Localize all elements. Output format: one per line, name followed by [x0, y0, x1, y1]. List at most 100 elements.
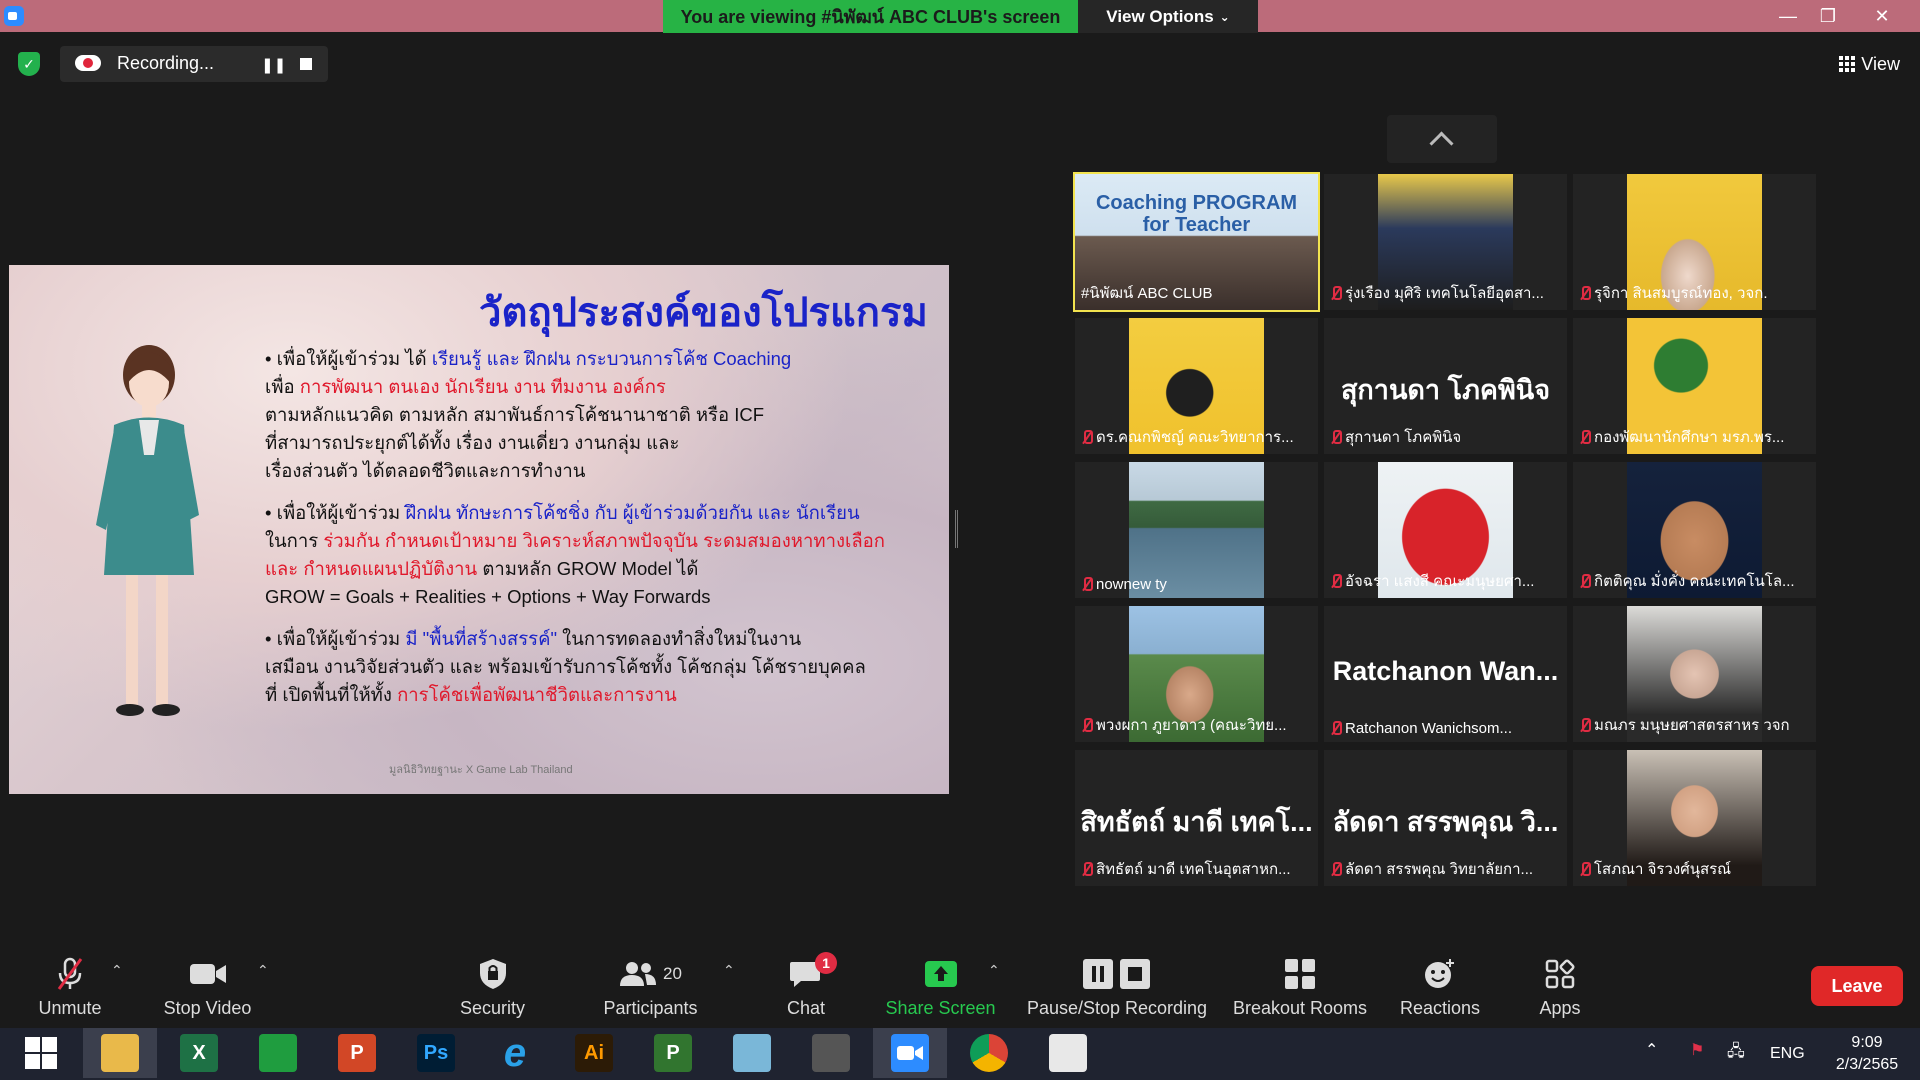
action-center-flag-icon[interactable]: ⚑ — [1690, 1040, 1704, 1060]
viewing-banner: You are viewing #นิพัฒน์ ABC CLUB's scre… — [663, 0, 1078, 33]
taskbar-project[interactable]: P — [636, 1028, 710, 1078]
recording-indicator: Recording... ❚❚ — [60, 46, 328, 82]
security-button[interactable]: Security — [455, 940, 530, 1025]
participant-tile[interactable]: มณภร มนุษยศาสตรสาหร วจก — [1573, 606, 1816, 742]
breakout-rooms-label: Breakout Rooms — [1232, 998, 1368, 1018]
participant-name-label: nownew ty — [1096, 576, 1167, 593]
participants-label: Participants — [603, 998, 698, 1018]
video-options-caret[interactable]: ⌃ — [257, 962, 269, 979]
taskbar-image-viewer[interactable] — [1031, 1028, 1105, 1078]
breakout-rooms-icon — [1284, 954, 1316, 994]
excel-icon: X — [180, 1034, 218, 1072]
breakout-rooms-button[interactable]: Breakout Rooms — [1230, 940, 1370, 1025]
tray-overflow-icon[interactable]: ⌃ — [1645, 1040, 1658, 1060]
participant-tile[interactable]: กิตติคุณ มั่งคั่ง คณะเทคโนโล... — [1573, 462, 1816, 598]
unmute-button[interactable]: Unmute — [30, 940, 110, 1025]
participant-tile[interactable]: รุจิกา สินสมบูรณ์ทอง, วจก. — [1573, 174, 1816, 310]
participant-tile[interactable]: รุ่งเรือง มุศิริ เทคโนโลยีอุตสา... — [1324, 174, 1567, 310]
view-options-label: View Options — [1106, 6, 1214, 26]
slide-text-run: เพื่อ — [265, 376, 300, 397]
participants-options-caret[interactable]: ⌃ — [723, 962, 735, 979]
participant-name-label: รุ่งเรือง มุศิริ เทคโนโลยีอุตสา... — [1345, 285, 1544, 302]
participant-name: พวงผกา ภูยาดาว (คณะวิทย... — [1081, 713, 1312, 737]
view-button[interactable]: View — [1839, 50, 1900, 78]
participants-button[interactable]: 20 Participants — [598, 940, 703, 1025]
gallery-scroll-up-button[interactable] — [1387, 115, 1497, 163]
taskbar-zoom[interactable] — [873, 1028, 947, 1078]
close-button[interactable]: ✕ — [1862, 2, 1902, 30]
chevron-down-icon: ⌄ — [1219, 9, 1230, 24]
chat-icon-wrap: 1 — [789, 952, 837, 994]
slide-text-run: เรื่องส่วนตัว ได้ตลอดชีวิตและการทำงาน — [265, 460, 586, 481]
participant-tile[interactable]: nownew ty — [1075, 462, 1318, 598]
share-screen-button[interactable]: Share Screen — [883, 940, 998, 1025]
notes-icon — [733, 1034, 771, 1072]
audio-options-caret[interactable]: ⌃ — [111, 962, 123, 979]
taskbar-notes[interactable] — [715, 1028, 789, 1078]
slide-text-run: GROW = Goals + Realities + Options + Way… — [265, 586, 711, 607]
participant-tile[interactable]: Ratchanon Wan... Ratchanon Wanichsom... — [1324, 606, 1567, 742]
minimize-button[interactable]: — — [1768, 2, 1808, 30]
taskbar-windows-start[interactable] — [4, 1028, 78, 1078]
participant-tile[interactable]: สิทธัตถ์ มาดี เทคโ... สิทธัตถ์ มาดี เทคโน… — [1075, 750, 1318, 886]
participant-tile[interactable]: อัจฉรา แสงสี คณะมนุษยศา... — [1324, 462, 1567, 598]
cartoon-woman-illustration — [96, 345, 199, 716]
participant-tile[interactable]: ดร.คณกพิชญ์ คณะวิทยาการ... — [1075, 318, 1318, 454]
taskbar-internet-explorer[interactable]: e — [478, 1028, 552, 1078]
leave-button[interactable]: Leave — [1811, 966, 1903, 1006]
powerpoint-icon: P — [338, 1034, 376, 1072]
share-options-caret[interactable]: ⌃ — [988, 962, 1000, 979]
participant-name-label: กองพัฒนานักศึกษา มรภ.พร... — [1594, 429, 1785, 446]
mic-muted-icon — [1579, 573, 1591, 589]
grid-icon — [1839, 56, 1856, 72]
taskbar-photoscape[interactable] — [794, 1028, 868, 1078]
slide-text-run: ตามหลักแนวคิด ตามหลัก สมาพันธ์การโค้ชนาน… — [265, 404, 765, 425]
taskbar-store[interactable] — [241, 1028, 315, 1078]
slide-text-run: มี "พื้นที่สร้างสรรค์" — [405, 628, 558, 649]
slide-paragraph-3: • เพื่อให้ผู้เข้าร่วม มี "พื้นที่สร้างสร… — [265, 625, 905, 709]
participant-name: รุ่งเรือง มุศิริ เทคโนโลยีอุตสา... — [1330, 281, 1561, 305]
mic-muted-icon — [1579, 285, 1591, 301]
participant-tile[interactable]: สุกานดา โภคพินิจ สุกานดา โภคพินิจ — [1324, 318, 1567, 454]
slide-title: วัตถุประสงค์ของโปรแกรม — [479, 291, 928, 335]
slide-paragraph-2: • เพื่อให้ผู้เข้าร่วม ฝึกฝน ทักษะการโค้ช… — [265, 499, 905, 611]
apps-button[interactable]: Apps — [1530, 940, 1590, 1025]
participant-name: Ratchanon Wanichsom... — [1330, 720, 1561, 737]
taskbar-file-explorer[interactable] — [83, 1028, 157, 1078]
taskbar-powerpoint[interactable]: P — [320, 1028, 394, 1078]
participant-tile[interactable]: พวงผกา ภูยาดาว (คณะวิทย... — [1075, 606, 1318, 742]
system-clock[interactable]: 9:09 2/3/2565 — [1830, 1032, 1904, 1076]
input-language[interactable]: ENG — [1770, 1045, 1805, 1063]
apps-icon — [1545, 954, 1575, 994]
mic-muted-icon — [1081, 577, 1093, 592]
taskbar-chrome[interactable] — [952, 1028, 1026, 1078]
recording-label: Recording... — [117, 53, 215, 73]
pause-recording-icon[interactable]: ❚❚ — [261, 56, 286, 74]
participant-tile[interactable]: โสภณา จิรวงศ์นุสรณ์ — [1573, 750, 1816, 886]
participant-tile[interactable]: ลัดดา สรรพคุณ วิ... ลัดดา สรรพคุณ วิทยาลั… — [1324, 750, 1567, 886]
participant-name: #นิพัฒน์ ABC CLUB — [1081, 281, 1312, 305]
participant-tile[interactable]: กองพัฒนานักศึกษา มรภ.พร... — [1573, 318, 1816, 454]
pause-stop-recording-button[interactable]: Pause/Stop Recording — [1022, 940, 1212, 1025]
mic-muted-icon — [1330, 861, 1342, 877]
clock-date: 2/3/2565 — [1835, 1056, 1899, 1073]
restore-button[interactable]: ❐ — [1808, 2, 1848, 30]
taskbar-photoshop[interactable]: Ps — [399, 1028, 473, 1078]
participant-name-large: สุกานดา โภคพินิจ — [1340, 375, 1551, 405]
mic-muted-icon — [1579, 861, 1591, 877]
stop-recording-icon[interactable] — [300, 58, 312, 70]
reactions-button[interactable]: Reactions — [1395, 940, 1485, 1025]
shared-screen: วัตถุประสงค์ของโปรแกรม • เพื่อให้ผู้เข้า… — [9, 265, 949, 794]
security-shield-icon[interactable]: ✓ — [18, 52, 40, 76]
view-options-button[interactable]: View Options ⌄ — [1078, 0, 1258, 33]
network-icon[interactable]: 🖧 — [1727, 1040, 1745, 1067]
windows-start-icon — [22, 1034, 60, 1072]
image-viewer-icon — [1049, 1034, 1087, 1072]
chat-button[interactable]: 1 Chat — [780, 940, 837, 1025]
slide-footer: มูลนิธิวิทยฐานะ X Game Lab Thailand — [389, 764, 573, 776]
taskbar-excel[interactable]: X — [162, 1028, 236, 1078]
participant-tile[interactable]: Coaching PROGRAM for Teacher #นิพัฒน์ ABC… — [1073, 172, 1320, 312]
split-view-handle[interactable] — [955, 510, 958, 548]
taskbar-illustrator[interactable]: Ai — [557, 1028, 631, 1078]
stop-video-button[interactable]: Stop Video — [160, 940, 255, 1025]
